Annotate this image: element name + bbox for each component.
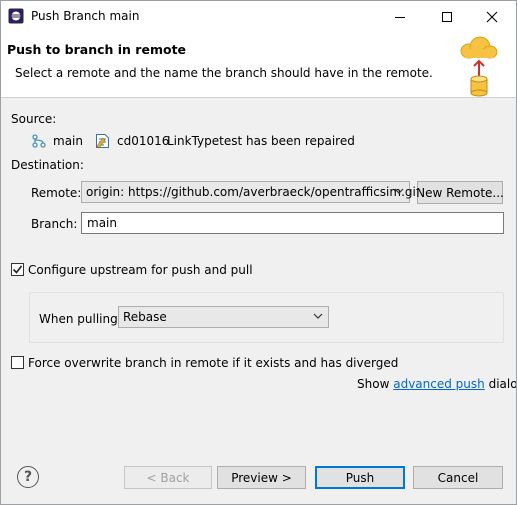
eclipse-icon: [8, 8, 24, 24]
banner-description: Select a remote and the name the branch …: [15, 66, 433, 80]
window-title: Push Branch main: [31, 9, 140, 23]
new-remote-button[interactable]: New Remote...: [416, 181, 504, 204]
configure-upstream-checkbox[interactable]: [11, 263, 24, 276]
chevron-down-icon: [394, 188, 404, 194]
when-pulling-select[interactable]: Rebase: [118, 306, 329, 328]
help-button[interactable]: ?: [17, 466, 39, 488]
remote-select[interactable]: origin: https://github.com/averbraeck/op…: [81, 181, 421, 203]
source-branch: main: [53, 134, 83, 148]
minimize-button[interactable]: [377, 1, 422, 32]
force-overwrite-label: Force overwrite branch in remote if it e…: [28, 356, 399, 370]
minimize-icon: [394, 16, 405, 18]
branch-icon: [32, 134, 46, 148]
cancel-button[interactable]: Cancel: [413, 466, 503, 489]
maximize-icon: [441, 11, 452, 22]
configure-upstream-label: Configure upstream for push and pull: [28, 263, 253, 277]
preview-button[interactable]: Preview >: [217, 466, 306, 489]
branch-input[interactable]: [81, 212, 504, 234]
banner-title: Push to branch in remote: [7, 42, 187, 57]
title-bar: Push Branch main: [1, 1, 516, 32]
source-commit-id: cd01016: [117, 134, 170, 148]
advanced-suffix: dialog: [488, 377, 517, 391]
source-commit-message: LinkTypetest has been repaired: [167, 134, 355, 148]
advanced-prefix: Show: [357, 377, 390, 391]
help-icon: ?: [23, 469, 33, 485]
destination-label: Destination:: [11, 158, 84, 172]
close-icon: [486, 11, 497, 22]
push-branch-dialog: Push Branch main Push to branch in remot…: [0, 0, 517, 505]
cloud-push-icon: [460, 36, 498, 97]
when-pulling-label: When pulling:: [39, 312, 122, 326]
branch-label: Branch:: [31, 217, 78, 231]
chevron-down-icon: [313, 313, 323, 319]
remote-value: origin: https://github.com/averbraeck/op…: [86, 185, 421, 199]
branch-input-field[interactable]: [82, 213, 503, 233]
source-label: Source:: [11, 112, 57, 126]
push-button[interactable]: Push: [315, 466, 405, 489]
advanced-push-link[interactable]: advanced push: [393, 377, 485, 391]
close-button[interactable]: [469, 1, 514, 32]
checkmark-icon: [12, 265, 23, 274]
maximize-button[interactable]: [424, 1, 469, 32]
when-pulling-value: Rebase: [123, 310, 167, 324]
dialog-banner: Push to branch in remote Select a remote…: [1, 32, 516, 98]
remote-label: Remote:: [31, 186, 82, 200]
back-button[interactable]: < Back: [124, 466, 212, 489]
advanced-push-row: Show advanced push dialog: [357, 377, 517, 391]
commit-icon: [96, 134, 109, 149]
force-overwrite-checkbox[interactable]: [11, 356, 24, 369]
